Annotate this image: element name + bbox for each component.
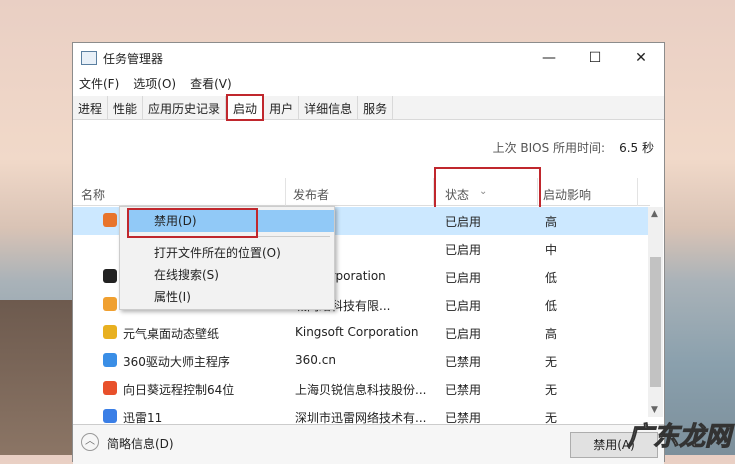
close-button[interactable]: ✕ — [618, 50, 664, 66]
scrollbar[interactable]: ▲ ▼ — [648, 207, 663, 417]
column-name[interactable]: 名称 — [81, 186, 105, 203]
background-beach — [0, 300, 80, 455]
row-status: 已启用 — [445, 215, 482, 229]
scroll-up-icon[interactable]: ▲ — [651, 209, 658, 219]
maximize-button[interactable]: ☐ — [572, 50, 618, 66]
table-row[interactable]: 元气桌面动态壁纸 Kingsoft Corporation 已启用 高 — [73, 319, 650, 347]
tab-bar: 进程 性能 应用历史记录 启动 用户 详细信息 服务 — [73, 94, 664, 121]
app-icon — [103, 241, 117, 255]
tab-details[interactable]: 详细信息 — [299, 96, 359, 119]
row-impact: 低 — [545, 271, 558, 285]
app-icon — [103, 325, 117, 339]
tab-startup[interactable]: 启动 — [226, 94, 265, 121]
window-title: 任务管理器 — [103, 51, 164, 66]
tab-users[interactable]: 用户 — [264, 96, 300, 119]
footer: ︿ 简略信息(D) 禁用(A) — [73, 424, 664, 464]
row-publisher: 360.cn — [295, 353, 336, 367]
row-name: 360驱动大师主程序 — [123, 355, 230, 369]
context-open-location[interactable]: 打开文件所在的位置(O) — [154, 244, 281, 261]
menu-file[interactable]: 文件(F) — [79, 75, 119, 92]
context-properties[interactable]: 属性(I) — [154, 288, 191, 305]
watermark: 广东龙网 — [626, 422, 731, 453]
scroll-thumb[interactable] — [650, 257, 661, 387]
row-status: 已启用 — [445, 299, 482, 313]
row-impact: 高 — [545, 327, 558, 341]
app-icon — [103, 297, 117, 311]
row-name: 元气桌面动态壁纸 — [123, 327, 220, 341]
app-icon — [103, 269, 117, 283]
tab-performance[interactable]: 性能 — [108, 96, 144, 119]
column-impact[interactable]: 启动影响 — [543, 186, 591, 203]
task-manager-icon — [81, 51, 97, 65]
column-publisher[interactable]: 发布者 — [293, 186, 329, 203]
menu-bar: 文件(F) 选项(O) 查看(V) — [73, 73, 664, 93]
row-publisher: Kingsoft Corporation — [295, 325, 419, 339]
disable-highlight-box — [127, 208, 258, 238]
tab-app-history[interactable]: 应用历史记录 — [143, 96, 227, 119]
context-search-online[interactable]: 在线搜索(S) — [154, 266, 219, 283]
menu-options[interactable]: 选项(O) — [133, 75, 176, 92]
app-icon — [103, 409, 117, 423]
tab-processes[interactable]: 进程 — [73, 96, 109, 119]
table-row[interactable]: 向日葵远程控制64位 上海贝锐信息科技股份... 已禁用 无 — [73, 375, 650, 403]
row-impact: 高 — [545, 215, 558, 229]
row-impact: 无 — [545, 383, 558, 397]
row-impact: 无 — [545, 355, 558, 369]
bios-label: 上次 BIOS 所用时间: — [492, 141, 606, 155]
bios-value: 6.5 秒 — [619, 141, 654, 155]
summary-link[interactable]: 简略信息(D) — [107, 435, 174, 452]
row-impact: 中 — [545, 243, 558, 257]
table-row[interactable]: 360驱动大师主程序 360.cn 已禁用 无 — [73, 347, 650, 375]
row-status: 已启用 — [445, 243, 482, 257]
row-status: 已禁用 — [445, 383, 482, 397]
row-publisher: 上海贝锐信息科技股份... — [295, 383, 427, 397]
app-icon — [103, 213, 117, 227]
row-impact: 低 — [545, 299, 558, 313]
row-status: 已启用 — [445, 271, 482, 285]
collapse-icon[interactable]: ︿ — [81, 433, 99, 451]
scroll-down-icon[interactable]: ▼ — [651, 405, 658, 415]
app-icon — [103, 381, 117, 395]
table-header: 名称 发布者 ⌄ 状态 启动影响 — [73, 167, 650, 209]
menu-view[interactable]: 查看(V) — [190, 75, 232, 92]
status-highlight-box — [434, 167, 541, 209]
tab-services[interactable]: 服务 — [358, 96, 394, 119]
minimize-button[interactable]: — — [526, 50, 572, 66]
app-icon — [103, 353, 117, 367]
row-status: 已禁用 — [445, 355, 482, 369]
row-status: 已启用 — [445, 327, 482, 341]
title-bar: 任务管理器 — ☐ ✕ — [73, 43, 664, 73]
row-name: 向日葵远程控制64位 — [123, 383, 235, 397]
bios-time: 上次 BIOS 所用时间: 6.5 秒 — [493, 139, 654, 156]
